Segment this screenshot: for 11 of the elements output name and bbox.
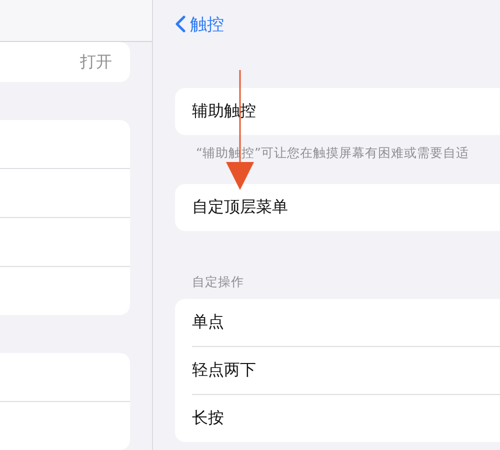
settings-row[interactable]: 辅助触控 [175,88,500,135]
action-item[interactable]: 长按 [192,408,224,429]
row-label: 辅助触控 [192,101,256,122]
row-value: 打开 [80,52,112,72]
action-item[interactable]: 轻点两下 [192,360,256,381]
row-label: 自定顶层菜单 [192,197,288,218]
back-link[interactable]: 触控 [175,12,224,36]
action-item[interactable]: 单点 [192,312,224,333]
chevron-left-icon [175,15,186,33]
section-header: 自定操作 [192,274,245,291]
settings-row[interactable]: 自定顶层菜单 [175,184,500,231]
